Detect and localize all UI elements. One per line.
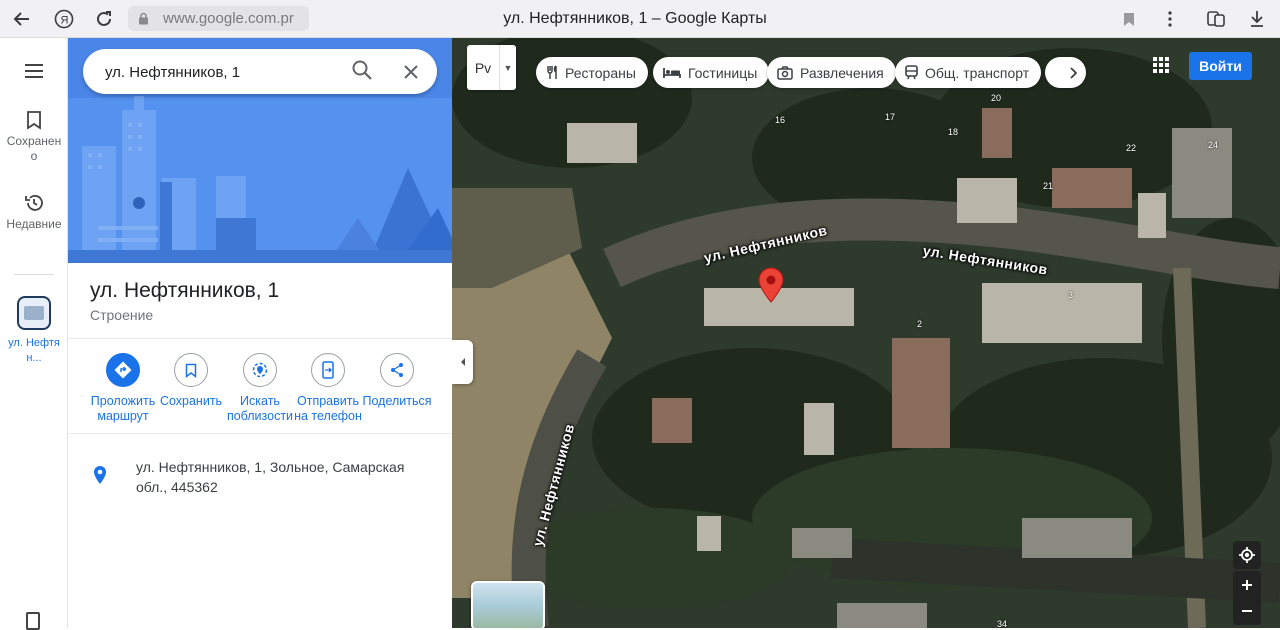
- layer-label: Рv: [474, 59, 492, 76]
- caret-left-icon: [460, 358, 465, 366]
- back-arrow-icon[interactable]: [10, 7, 34, 31]
- house-number: 17: [885, 112, 896, 122]
- house-number: 16: [775, 115, 786, 125]
- share-label: Поделиться: [362, 394, 432, 408]
- search-input[interactable]: [105, 61, 345, 83]
- house-number: 2: [917, 319, 923, 329]
- bookmark-outline-icon: [27, 111, 41, 130]
- search-icon[interactable]: [351, 59, 377, 85]
- address-text: ул. Нефтянников, 1, Зольное, Самарская о…: [136, 459, 405, 495]
- collapse-panel-button[interactable]: [452, 340, 473, 384]
- plus-icon: [1242, 580, 1252, 590]
- rail-saved-label: Сохранено: [6, 134, 62, 163]
- hotel-icon: [663, 67, 681, 79]
- download-icon[interactable]: [1245, 7, 1269, 31]
- save-button[interactable]: Сохранить: [151, 353, 231, 409]
- place-panel: ул. Нефтянников, 1 Строение Проложить ма…: [68, 38, 452, 628]
- rail-current-place[interactable]: ул. Нефтян...: [0, 296, 68, 366]
- zoom-in-button[interactable]: [1233, 571, 1261, 599]
- url-text: www.google.com.pr: [163, 10, 294, 27]
- rail-saved[interactable]: Сохранено: [0, 110, 68, 164]
- place-title: ул. Нефтянников, 1: [90, 279, 280, 302]
- close-icon[interactable]: [399, 60, 423, 84]
- menu-button[interactable]: [0, 64, 68, 82]
- chip-restaurants-label: Рестораны: [565, 64, 636, 81]
- directions-icon: [106, 353, 140, 387]
- lock-icon: [139, 12, 148, 25]
- svg-text:Я: Я: [61, 15, 69, 27]
- reload-icon[interactable]: [92, 7, 116, 31]
- more-vert-icon[interactable]: [1158, 7, 1182, 31]
- place-thumbnail: [17, 296, 51, 330]
- apps-icon[interactable]: [1152, 56, 1172, 76]
- location-marker-icon[interactable]: [758, 267, 784, 303]
- chip-entertainment[interactable]: Развлечения: [767, 57, 896, 88]
- chip-transit[interactable]: Общ. транспорт: [895, 57, 1042, 88]
- house-number: 21: [1043, 181, 1054, 191]
- camera-icon: [777, 65, 793, 80]
- send-to-phone-label: Отправить на телефон: [294, 394, 362, 423]
- layers-thumbnail[interactable]: [471, 581, 545, 628]
- chip-transit-label: Общ. транспорт: [925, 64, 1030, 81]
- satellite-imagery: [452, 38, 1280, 628]
- hamburger-icon: [25, 64, 43, 78]
- my-location-icon[interactable]: [1233, 541, 1261, 569]
- restaurant-icon: [546, 65, 558, 80]
- history-icon: [25, 195, 43, 211]
- rail-recent-label: Недавние: [6, 217, 62, 231]
- nearby-icon: [243, 353, 277, 387]
- rail-divider: [14, 274, 54, 275]
- location-pin-icon: [94, 466, 106, 484]
- signin-button[interactable]: Войти: [1189, 52, 1252, 80]
- chevron-right-icon: [1070, 66, 1077, 79]
- send-to-phone-icon: [311, 353, 345, 387]
- send-to-phone-button[interactable]: Отправить на телефон: [288, 353, 368, 424]
- share-button[interactable]: Поделиться: [357, 353, 437, 409]
- save-label: Сохранить: [159, 394, 223, 408]
- bookmark-icon[interactable]: [1117, 7, 1141, 31]
- chip-hotels-label: Гостиницы: [688, 64, 758, 81]
- share-icon: [380, 353, 414, 387]
- satellite-map[interactable]: Рv ▼ Рестораны Гостиницы Развлечения Общ…: [452, 38, 1280, 628]
- address-bar[interactable]: www.google.com.pr: [128, 6, 309, 31]
- extensions-icon[interactable]: [1204, 7, 1228, 31]
- chip-entertainment-label: Развлечения: [800, 64, 884, 81]
- rail-current-label: ул. Нефтян...: [8, 337, 60, 364]
- house-number: 24: [1208, 140, 1219, 150]
- search-box[interactable]: [83, 49, 437, 94]
- minus-icon: [1242, 610, 1252, 612]
- house-number: 20: [991, 93, 1002, 103]
- browser-toolbar: Я www.google.com.pr ул. Нефтянников, 1 –…: [0, 0, 1280, 38]
- left-rail: Сохранено Недавние ул. Нефтян...: [0, 38, 68, 630]
- bookmark-icon: [174, 353, 208, 387]
- layer-switcher[interactable]: Рv ▼: [467, 45, 516, 90]
- caret-down-icon[interactable]: ▼: [499, 45, 516, 90]
- transit-icon: [905, 65, 918, 80]
- place-type: Строение: [90, 307, 154, 323]
- divider: [68, 338, 452, 339]
- chip-hotels[interactable]: Гостиницы: [653, 57, 770, 88]
- yandex-icon[interactable]: Я: [52, 7, 76, 31]
- device-icon[interactable]: [26, 612, 40, 630]
- house-number: 34: [997, 619, 1008, 628]
- page-title: ул. Нефтянников, 1 – Google Карты: [503, 10, 767, 27]
- house-number: 22: [1126, 143, 1137, 153]
- chip-scroll-right[interactable]: [1045, 57, 1086, 88]
- zoom-out-button[interactable]: [1233, 597, 1261, 625]
- house-number: 3: [1068, 290, 1074, 300]
- rail-recent[interactable]: Недавние: [0, 193, 68, 232]
- chip-restaurants[interactable]: Рестораны: [536, 57, 648, 88]
- divider: [68, 433, 452, 434]
- house-number: 18: [948, 127, 959, 137]
